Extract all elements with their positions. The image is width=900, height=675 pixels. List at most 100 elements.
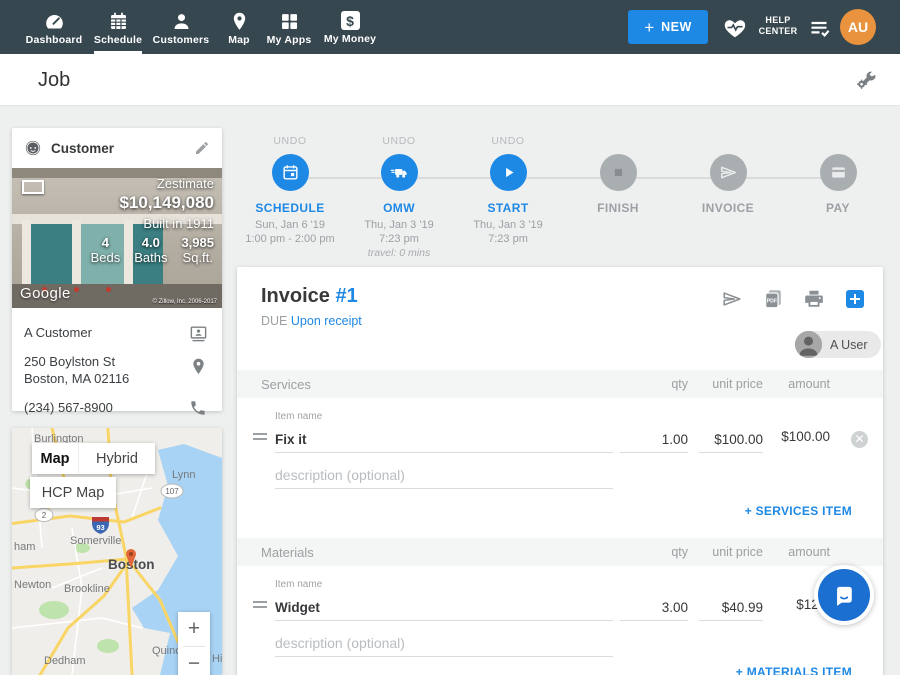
new-button[interactable]: + NEW bbox=[628, 10, 708, 44]
play-icon bbox=[499, 163, 518, 182]
line-amount: $100.00 bbox=[781, 429, 830, 444]
phone-icon[interactable] bbox=[189, 399, 208, 418]
nav-item-my-money[interactable]: $ My Money bbox=[322, 0, 378, 54]
truck-icon bbox=[390, 163, 409, 182]
item-description-input[interactable] bbox=[275, 630, 613, 657]
unit-price-input[interactable] bbox=[699, 594, 763, 621]
nav-item-schedule[interactable]: Schedule bbox=[92, 0, 144, 54]
send-invoice-icon[interactable] bbox=[721, 288, 743, 310]
customer-phone: (234) 567-8900 bbox=[24, 399, 180, 416]
workflow-step-finish: FINISH bbox=[563, 135, 673, 215]
schedule-icon bbox=[108, 11, 129, 32]
help-center-button[interactable]: HELP CENTER bbox=[752, 15, 804, 38]
remove-item-icon[interactable]: ✕ bbox=[851, 431, 868, 448]
dashboard-icon bbox=[44, 11, 65, 32]
credit-card-icon-button[interactable] bbox=[820, 154, 857, 191]
page-title: Job bbox=[38, 69, 70, 92]
chat-bubble-icon bbox=[818, 569, 870, 621]
undo-start-button[interactable]: UNDO bbox=[453, 135, 563, 148]
calendar-icon bbox=[281, 163, 300, 182]
print-icon[interactable] bbox=[803, 288, 825, 310]
add-services-item-button[interactable]: + SERVICES ITEM bbox=[745, 504, 852, 518]
map-pin-icon bbox=[229, 11, 250, 32]
item-name-input[interactable] bbox=[275, 594, 613, 621]
svg-text:Hi: Hi bbox=[212, 653, 222, 665]
property-stats: 4Beds 4.0Baths 3,985Sq.ft. bbox=[91, 235, 214, 265]
customer-card-title: Customer bbox=[51, 141, 194, 156]
nav-item-my-apps[interactable]: My Apps bbox=[264, 0, 314, 54]
customer-name-row: A Customer bbox=[24, 318, 210, 347]
zillow-copyright: © Zillow, Inc. 2006-2017 bbox=[153, 299, 217, 305]
due-terms-link[interactable]: Upon receipt bbox=[291, 314, 362, 328]
materials-header: Materials qty unit price amount bbox=[237, 538, 883, 566]
customer-face-icon bbox=[24, 139, 42, 157]
invoice-number[interactable]: #1 bbox=[335, 285, 357, 307]
customer-card-header: Customer bbox=[12, 128, 222, 168]
workflow-step-pay: PAY bbox=[783, 135, 893, 215]
edit-customer-icon[interactable] bbox=[194, 140, 210, 156]
item-description-input[interactable] bbox=[275, 462, 613, 489]
job-settings-icon[interactable] bbox=[854, 68, 878, 92]
chat-widget-button[interactable] bbox=[814, 565, 874, 625]
qty-input[interactable] bbox=[620, 426, 688, 453]
zoom-out-button[interactable]: − bbox=[178, 647, 210, 675]
map-zoom-control: + − bbox=[178, 612, 210, 675]
nav-label: Dashboard bbox=[26, 34, 83, 46]
streetview-icon[interactable] bbox=[22, 180, 44, 194]
omw-step-button[interactable] bbox=[381, 154, 418, 191]
svg-text:PDF: PDF bbox=[767, 299, 777, 305]
beds-stat: 4Beds bbox=[91, 235, 121, 265]
nav-label: Customers bbox=[153, 34, 210, 46]
workflow-step-start: UNDO START Thu, Jan 3 '197:23 pm bbox=[453, 135, 563, 246]
undo-schedule-button[interactable]: UNDO bbox=[235, 135, 345, 148]
assignee-name: A User bbox=[830, 338, 868, 352]
nav-item-map[interactable]: Map bbox=[222, 0, 256, 54]
pdf-icon[interactable]: PDF bbox=[762, 288, 784, 310]
drag-handle-icon[interactable] bbox=[253, 433, 267, 440]
built-year: Built in 1911 bbox=[91, 216, 214, 231]
undo-omw-button[interactable]: UNDO bbox=[344, 135, 454, 148]
add-materials-item-button[interactable]: + MATERIALS ITEM bbox=[736, 665, 852, 675]
location-pin-icon[interactable] bbox=[189, 357, 208, 376]
customers-icon bbox=[171, 11, 192, 32]
item-name-input[interactable] bbox=[275, 426, 613, 453]
map-type-map-button[interactable]: Map bbox=[32, 443, 79, 474]
qty-input[interactable] bbox=[620, 594, 688, 621]
service-line-item: Item name $100.00 ✕ bbox=[237, 407, 883, 502]
route-2-shield: 2 bbox=[35, 509, 53, 522]
nav-label: Schedule bbox=[94, 34, 142, 46]
start-step-button[interactable] bbox=[490, 154, 527, 191]
svg-text:93: 93 bbox=[96, 523, 104, 532]
credit-card-icon bbox=[829, 163, 848, 182]
finish-step-button[interactable] bbox=[600, 154, 637, 191]
property-photo: Zestimate $10,149,080 Built in 1911 4Bed… bbox=[12, 168, 222, 308]
heart-pulse-icon[interactable] bbox=[723, 16, 747, 40]
send-icon bbox=[719, 163, 738, 182]
map-type-hybrid-button[interactable]: Hybrid bbox=[79, 443, 155, 474]
add-invoice-icon[interactable] bbox=[846, 290, 864, 308]
assignee-pill[interactable]: A User bbox=[795, 331, 881, 358]
unit-price-input[interactable] bbox=[699, 426, 763, 453]
workflow-step-schedule: UNDO SCHEDULE Sun, Jan 6 '191:00 pm - 2:… bbox=[235, 135, 345, 246]
svg-text:Dedham: Dedham bbox=[44, 655, 86, 667]
contact-card-icon[interactable] bbox=[189, 324, 208, 343]
zoom-in-button[interactable]: + bbox=[178, 612, 210, 646]
top-nav: Dashboard Schedule Customers Map My Apps bbox=[0, 0, 900, 54]
hcp-map-button[interactable]: HCP Map bbox=[30, 477, 116, 508]
nav-item-dashboard[interactable]: Dashboard bbox=[26, 0, 82, 54]
apps-grid-icon bbox=[279, 11, 300, 32]
invoice-step-button[interactable] bbox=[710, 154, 747, 191]
invoice-title: Invoice #1 bbox=[261, 285, 358, 308]
customer-name: A Customer bbox=[24, 324, 180, 341]
stop-icon bbox=[609, 163, 628, 182]
drag-handle-icon[interactable] bbox=[253, 601, 267, 608]
google-watermark: Google bbox=[20, 285, 71, 302]
user-avatar[interactable]: AU bbox=[840, 9, 876, 45]
schedule-step-button[interactable] bbox=[272, 154, 309, 191]
list-check-icon[interactable] bbox=[808, 16, 832, 40]
nav-item-customers[interactable]: Customers bbox=[152, 0, 210, 54]
address-line-1: 250 Boylston St bbox=[24, 353, 180, 370]
job-workflow: UNDO SCHEDULE Sun, Jan 6 '191:00 pm - 2:… bbox=[237, 135, 883, 265]
route-107-shield: 107 bbox=[161, 484, 183, 498]
zestimate-label: Zestimate bbox=[91, 176, 214, 191]
